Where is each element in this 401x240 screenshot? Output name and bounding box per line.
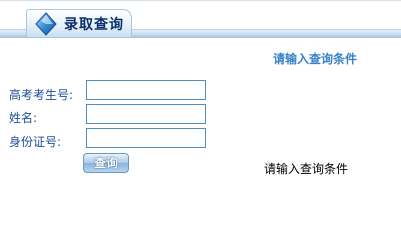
query-prompt-heading: 请输入查询条件	[273, 52, 358, 66]
name-label: 姓名:	[9, 111, 38, 125]
header-tab: 录取查询	[26, 9, 132, 37]
page-title: 录取查询	[64, 17, 124, 33]
query-prompt-message: 请输入查询条件	[264, 162, 349, 176]
id-number-input[interactable]	[86, 128, 206, 148]
id-number-label: 身份证号:	[9, 135, 62, 149]
exam-number-label: 高考考生号:	[9, 88, 74, 102]
name-input[interactable]	[86, 104, 206, 124]
query-button[interactable]: 查询	[83, 153, 129, 173]
top-border-line	[0, 0, 401, 1]
exam-number-input[interactable]	[86, 80, 206, 100]
diamond-logo-icon	[35, 12, 57, 36]
